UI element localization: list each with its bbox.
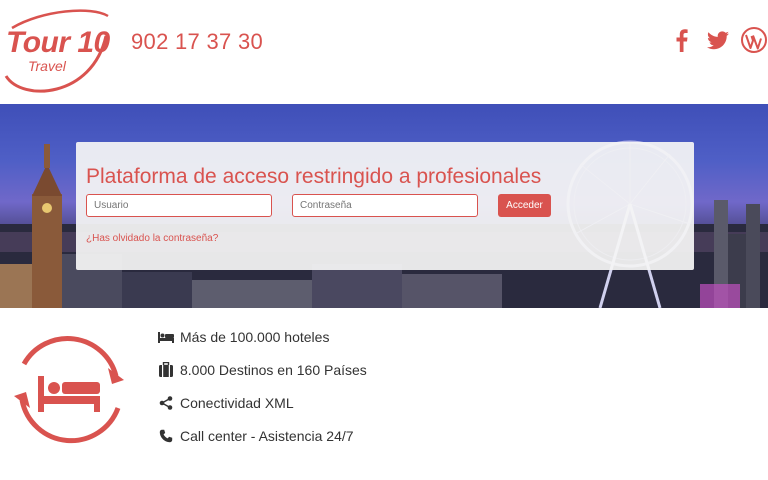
feature-label: Más de 100.000 hoteles xyxy=(180,328,330,345)
phone-number: 902 17 37 30 xyxy=(131,29,264,54)
features-list: Más de 100.000 hoteles 8.000 Destinos en… xyxy=(158,320,367,452)
login-panel: Plataforma de acceso restringido a profe… xyxy=(76,142,694,270)
feature-item: Más de 100.000 hoteles xyxy=(158,320,367,353)
site-header: Tour 10 Travel 902 17 37 30 xyxy=(0,0,768,104)
logo-brand: Tour 10 xyxy=(6,26,110,59)
login-button[interactable]: Acceder xyxy=(498,194,551,217)
facebook-icon[interactable] xyxy=(668,26,696,54)
feature-label: Conectividad XML xyxy=(180,394,294,411)
logo-sub: Travel xyxy=(28,58,66,74)
feature-label: Call center - Asistencia 24/7 xyxy=(180,427,354,444)
bed-icon xyxy=(158,329,174,345)
feature-item: 8.000 Destinos en 160 Países xyxy=(158,353,367,386)
hotel-rotation-icon xyxy=(0,324,135,448)
tour10-logo[interactable]: Tour 10 Travel xyxy=(2,6,110,94)
social-links xyxy=(668,26,768,54)
feature-item: Call center - Asistencia 24/7 xyxy=(158,419,367,452)
twitter-icon[interactable] xyxy=(704,26,732,54)
wordpress-icon[interactable] xyxy=(740,26,768,54)
forgot-password-link[interactable]: ¿Has olvidado la contraseña? xyxy=(86,233,218,244)
phone-icon xyxy=(158,428,174,444)
login-title: Plataforma de acceso restringido a profe… xyxy=(86,165,542,188)
features-section: Más de 100.000 hoteles 8.000 Destinos en… xyxy=(0,308,768,480)
feature-label: 8.000 Destinos en 160 Países xyxy=(180,361,367,378)
feature-item: Conectividad XML xyxy=(158,386,367,419)
username-input[interactable] xyxy=(86,194,272,217)
briefcase-icon xyxy=(158,361,174,378)
share-icon xyxy=(158,395,174,411)
password-input[interactable] xyxy=(292,194,478,217)
